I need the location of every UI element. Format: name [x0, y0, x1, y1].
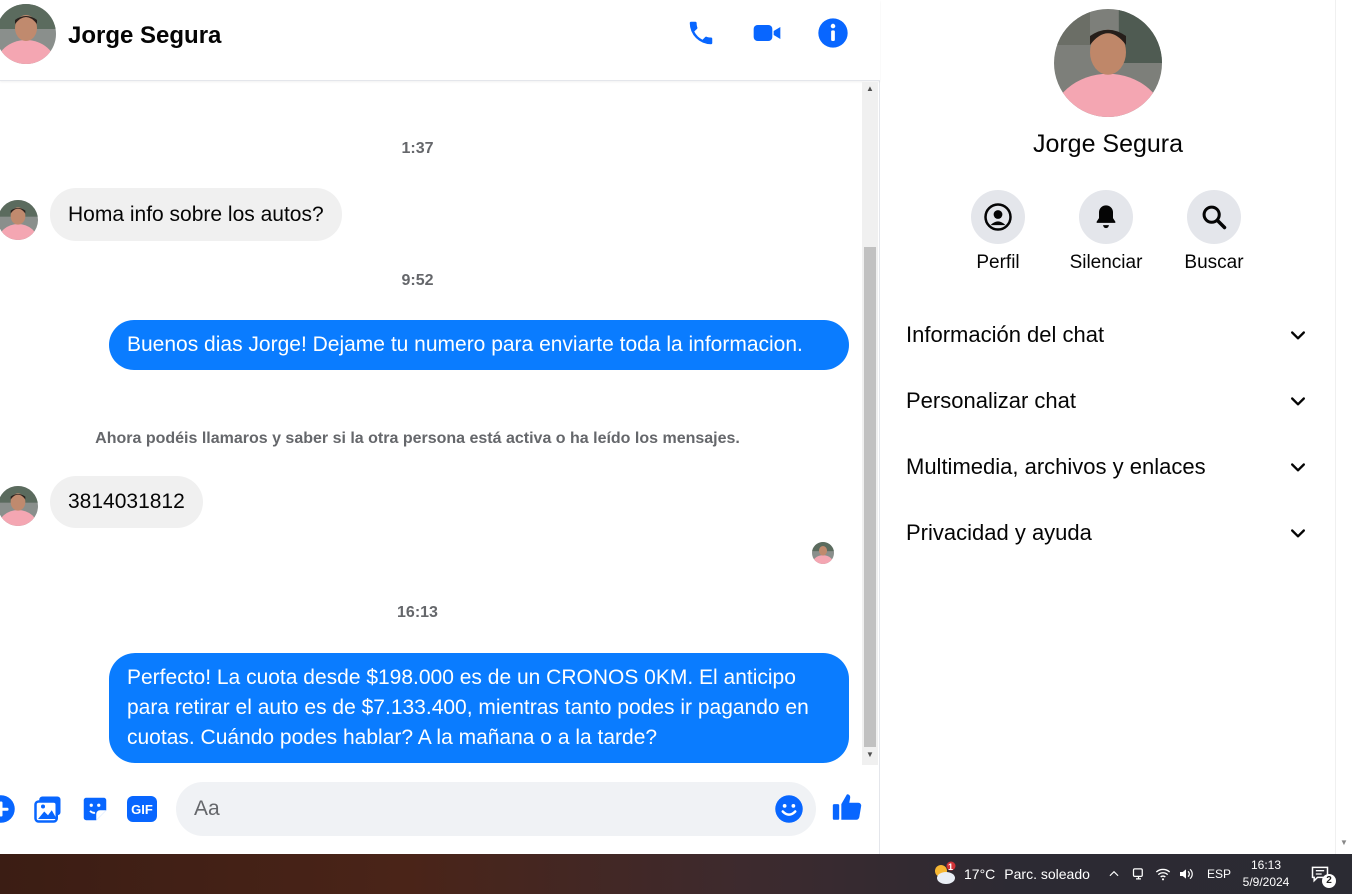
page-scrollbar[interactable]: ▼ [1335, 0, 1352, 854]
mute-action-label: Silenciar [1069, 252, 1143, 273]
weather-partly-sunny-icon [935, 861, 956, 884]
video-call-button[interactable] [750, 16, 784, 50]
notification-count-badge: 2 [1322, 874, 1336, 888]
chevron-down-icon [1291, 397, 1305, 406]
mute-action-button[interactable] [1079, 190, 1133, 244]
bell-icon [1096, 205, 1116, 229]
sender-avatar[interactable] [0, 200, 38, 240]
conversation-info-button[interactable] [816, 16, 850, 50]
weather-temperature: 17°C [964, 866, 996, 882]
message-list: 1:37 Homa info sobre los autos? 9:52 Bue… [0, 82, 862, 765]
section-chat-info[interactable]: Información del chat [891, 308, 1323, 362]
search-action-button[interactable] [1187, 190, 1241, 244]
scroll-down-arrow[interactable]: ▼ [865, 750, 875, 759]
weather-widget[interactable]: 1 17°C Parc. soleado [930, 854, 1090, 894]
profile-action-label: Perfil [976, 252, 1020, 273]
svg-text:GIF: GIF [131, 802, 153, 817]
read-receipt-avatar [812, 542, 834, 564]
emoji-button[interactable] [774, 794, 804, 824]
attach-photo-button[interactable] [31, 792, 65, 826]
taskbar-clock[interactable]: 16:13 5/9/2024 [1236, 857, 1296, 891]
sticker-icon [83, 797, 107, 821]
section-title: Personalizar chat [906, 388, 1076, 413]
section-title: Privacidad y ayuda [906, 520, 1092, 545]
chevron-down-icon [1291, 529, 1305, 538]
composer-bar: GIF [0, 768, 880, 854]
call-button[interactable] [684, 16, 718, 50]
sender-avatar[interactable] [0, 486, 38, 526]
timestamp: 9:52 [401, 272, 434, 289]
sticker-button[interactable] [78, 792, 112, 826]
info-avatar[interactable] [1054, 9, 1162, 117]
speaker-icon [1180, 868, 1193, 880]
search-action-label: Buscar [1184, 252, 1244, 273]
weather-badge: 1 [948, 862, 954, 872]
network-button[interactable] [1155, 854, 1171, 894]
conversation-info-panel: Jorge Segura Perfil Silenciar Buscar Inf… [881, 0, 1335, 854]
contact-name[interactable]: Jorge Segura [68, 22, 221, 50]
chevron-down-icon [1291, 331, 1305, 340]
phone-icon [689, 21, 713, 45]
tray-overflow-button[interactable] [1107, 854, 1121, 894]
section-title: Multimedia, archivos y enlaces [906, 454, 1206, 479]
clock-time: 16:13 [1250, 858, 1282, 872]
profile-action-button[interactable] [971, 190, 1025, 244]
search-icon [1202, 205, 1227, 230]
section-customize-chat[interactable]: Personalizar chat [891, 374, 1323, 428]
like-button[interactable] [830, 790, 864, 824]
timestamp: 16:13 [397, 604, 438, 621]
outgoing-message[interactable]: Perfecto! La cuota desde $198.000 es de … [109, 653, 849, 763]
more-actions-button[interactable] [0, 792, 18, 826]
system-notice: Ahora podéis llamaros y saber si la otra… [95, 430, 740, 447]
incoming-message[interactable]: 3814031812 [50, 476, 203, 528]
message-input-wrapper [176, 782, 816, 836]
webcam-icon [1132, 867, 1143, 879]
outgoing-message[interactable]: Buenos dias Jorge! Dejame tu numero para… [109, 320, 849, 370]
chevron-up-icon [1109, 870, 1119, 877]
weather-description: Parc. soleado [1004, 866, 1090, 882]
plus-circle-icon [0, 795, 15, 823]
scroll-thumb[interactable] [864, 247, 876, 747]
chat-panel: Jorge Segura 1:37 Homa info sobre los au… [0, 0, 880, 854]
gallery-icon [34, 796, 61, 823]
taskbar: 1 17°C Parc. soleado ESP 16:13 5/9/2024 … [0, 854, 1352, 894]
clock-date: 5/9/2024 [1242, 875, 1290, 889]
language-indicator[interactable]: ESP [1207, 854, 1231, 894]
messenger-window: Jorge Segura 1:37 Homa info sobre los au… [0, 0, 1352, 854]
timestamp: 1:37 [401, 140, 434, 157]
meet-now-button[interactable] [1131, 854, 1146, 894]
notification-center-button[interactable]: 2 [1310, 854, 1336, 894]
section-media-files-links[interactable]: Multimedia, archivos y enlaces [891, 440, 1323, 494]
chevron-down-icon [1291, 463, 1305, 472]
gif-button[interactable]: GIF [125, 792, 159, 826]
section-privacy-help[interactable]: Privacidad y ayuda [891, 506, 1323, 560]
gif-icon: GIF [127, 796, 157, 822]
profile-icon [984, 203, 1012, 231]
volume-button[interactable] [1178, 854, 1194, 894]
message-scrollbar[interactable]: ▲ ▼ [862, 82, 878, 765]
profile-action[interactable]: Perfil [943, 190, 1053, 274]
wifi-icon [1155, 868, 1171, 881]
incoming-message[interactable]: Homa info sobre los autos? [50, 188, 342, 241]
info-icon [818, 18, 848, 48]
search-action[interactable]: Buscar [1159, 190, 1269, 274]
contact-avatar[interactable] [0, 4, 56, 64]
section-title: Información del chat [906, 322, 1105, 347]
thumbs-up-icon [832, 794, 862, 820]
emoji-icon [775, 795, 803, 823]
scroll-up-arrow[interactable]: ▲ [865, 84, 875, 93]
chat-header: Jorge Segura [0, 0, 880, 81]
message-input[interactable] [194, 782, 764, 836]
video-camera-icon [753, 25, 781, 41]
mute-action[interactable]: Silenciar [1051, 190, 1161, 274]
info-contact-name: Jorge Segura [1032, 130, 1184, 158]
scroll-down-arrow[interactable]: ▼ [1340, 838, 1348, 847]
